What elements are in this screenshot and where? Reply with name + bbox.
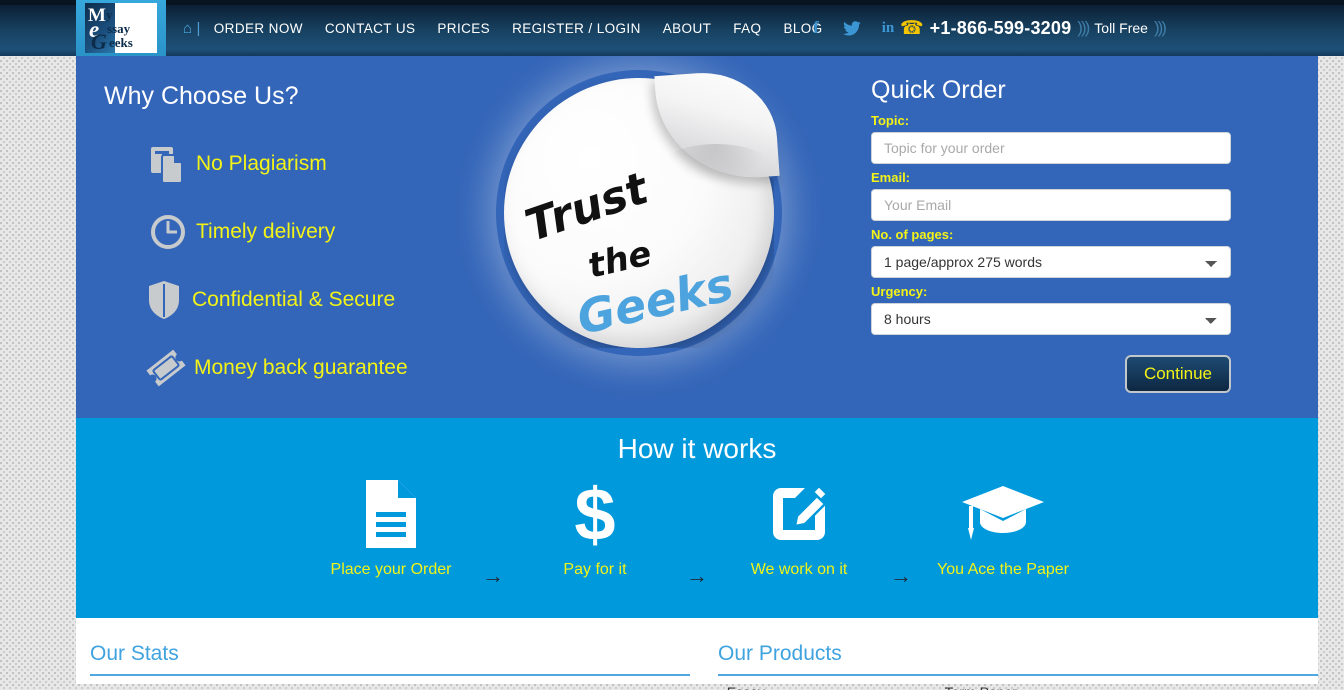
bottom-sections: Our Stats Our Products • Essay • Term Pa…: [76, 618, 1318, 690]
pages-label: No. of pages:: [871, 227, 954, 242]
step-label: Place your Order: [330, 561, 452, 578]
logo-letter-g: G: [91, 29, 107, 53]
why-item-label: Money back guarantee: [194, 356, 408, 379]
trust-the-geeks-sticker: Trust the Geeks: [496, 68, 782, 356]
nav-item-order-now[interactable]: ORDER NOW: [203, 21, 314, 36]
home-icon: ⌂: [183, 19, 193, 37]
topic-input[interactable]: [871, 132, 1231, 164]
email-label: Email:: [871, 170, 911, 185]
step-label: Pay for it: [563, 561, 627, 578]
our-products-content: • Essay • Term Paper: [718, 684, 1318, 690]
step-arrow-2: →: [686, 563, 708, 588]
nav-item-home[interactable]: ⌂: [172, 20, 194, 37]
step-label: You Ace the Paper: [937, 561, 1069, 578]
wave-left-icon: ))): [1077, 18, 1090, 37]
our-products-section: Our Products • Essay • Term Paper: [704, 618, 1318, 690]
why-item-label: Confidential & Secure: [192, 288, 396, 311]
quick-order-form: Quick Order Topic: Email: No. of pages: …: [871, 76, 1231, 393]
clock-icon: [140, 212, 196, 252]
logo-mark: M y e ssay G eeks: [85, 3, 157, 53]
step-arrow-1: →: [482, 563, 504, 588]
nav-separator: |: [196, 19, 201, 37]
documents-copy-icon: [140, 142, 196, 186]
phone-block: ☎ +1-866-599-3209 ))) Toll Free ))): [900, 0, 1167, 56]
toll-free-label: Toll Free: [1094, 20, 1148, 36]
step-we-work-on-it[interactable]: We work on it: [720, 477, 878, 579]
how-it-works-section: How it works Place your Order → $ Pay fo…: [76, 418, 1318, 618]
continue-row: Continue: [871, 355, 1231, 393]
phone-icon: ☎: [900, 17, 924, 39]
our-stats-title: Our Stats: [90, 642, 690, 676]
topic-label: Topic:: [871, 113, 910, 128]
edit-pencil-icon: [720, 477, 878, 551]
phone-number[interactable]: +1-866-599-3209: [930, 18, 1072, 39]
nav-item-register-login[interactable]: REGISTER / LOGIN: [501, 21, 652, 36]
how-it-works-steps: Place your Order → $ Pay for it → We wor…: [76, 477, 1318, 589]
wave-right-icon: ))): [1153, 18, 1167, 37]
step-label: We work on it: [750, 561, 848, 578]
dollar-icon: $: [516, 477, 674, 551]
top-navigation-bar: M y e ssay G eeks ⌂ | ORDER NOW CONTACT …: [0, 0, 1344, 56]
urgency-select[interactable]: 8 hours: [871, 303, 1231, 335]
our-stats-content: [90, 684, 690, 690]
step-place-your-order[interactable]: Place your Order: [312, 477, 470, 579]
why-item-label: No Plagiarism: [196, 152, 327, 175]
hero-section: Why Choose Us? No Plagiarism Timely deli…: [76, 56, 1318, 418]
continue-button[interactable]: Continue: [1124, 355, 1231, 393]
quick-order-title: Quick Order: [871, 76, 1006, 104]
step-you-ace-the-paper[interactable]: You Ace the Paper: [924, 477, 1082, 579]
logo-text-eeks: eeks: [109, 35, 133, 50]
shield-icon: [136, 278, 192, 322]
ticket-icon: [138, 345, 194, 391]
why-item-label: Timely delivery: [196, 220, 336, 243]
how-it-works-title: How it works: [617, 433, 777, 464]
graduation-cap-icon: [924, 477, 1082, 551]
why-item-no-plagiarism: No Plagiarism: [140, 130, 408, 198]
step-pay-for-it[interactable]: $ Pay for it: [516, 477, 674, 579]
our-stats-section: Our Stats: [76, 618, 690, 684]
facebook-icon[interactable]: f: [798, 0, 834, 56]
why-item-money-back: Money back guarantee: [138, 334, 408, 402]
twitter-bird-glyph: [843, 20, 861, 35]
social-links: f in: [798, 0, 906, 56]
nav-item-prices[interactable]: PRICES: [426, 21, 501, 36]
why-item-confidential-secure: Confidential & Secure: [136, 266, 408, 334]
twitter-icon[interactable]: [834, 0, 870, 56]
nav-item-faq[interactable]: FAQ: [722, 21, 772, 36]
svg-text:$: $: [574, 478, 615, 550]
why-choose-us-list: No Plagiarism Timely delivery Confidenti…: [140, 130, 408, 402]
pages-select[interactable]: 1 page/approx 275 words: [871, 246, 1231, 278]
step-arrow-3: →: [890, 563, 912, 588]
page-container: Why Choose Us? No Plagiarism Timely deli…: [76, 56, 1318, 690]
why-choose-us-title: Why Choose Us?: [104, 82, 299, 110]
urgency-label: Urgency:: [871, 284, 928, 299]
nav-item-about[interactable]: ABOUT: [652, 21, 723, 36]
main-menu: ⌂ | ORDER NOW CONTACT US PRICES REGISTER…: [172, 0, 834, 56]
logo-letter-y: y: [106, 7, 113, 22]
nav-item-contact-us[interactable]: CONTACT US: [314, 21, 427, 36]
sticker-peel-shadow: [664, 144, 768, 184]
our-products-title: Our Products: [718, 642, 1318, 676]
why-item-timely-delivery: Timely delivery: [140, 198, 408, 266]
logo-text-ssay: ssay: [107, 21, 131, 36]
document-icon: [312, 477, 470, 551]
site-logo[interactable]: M y e ssay G eeks: [76, 0, 166, 56]
email-input[interactable]: [871, 189, 1231, 221]
